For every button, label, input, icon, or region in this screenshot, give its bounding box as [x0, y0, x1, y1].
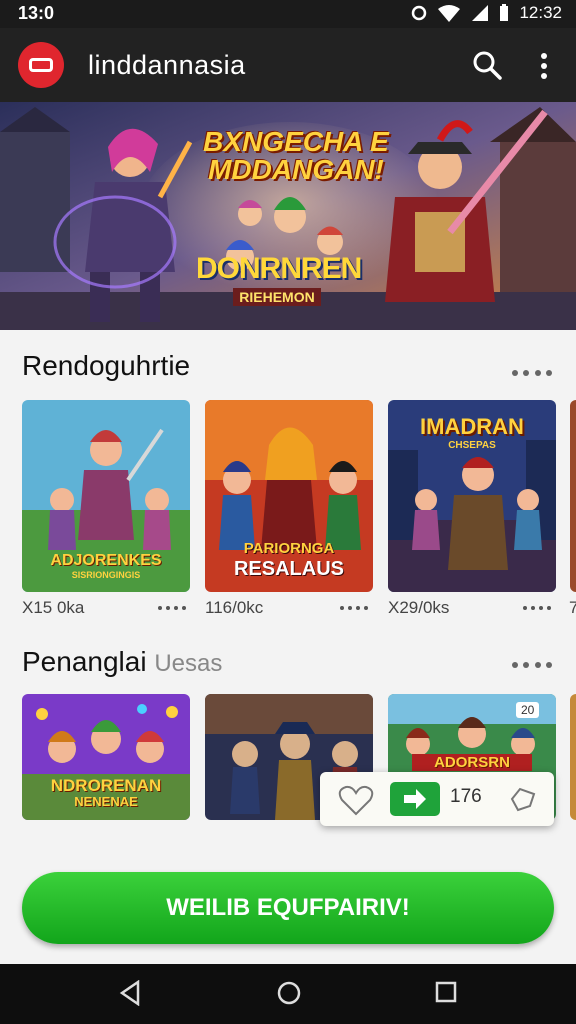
- game-card-meta: 116/0kc: [205, 598, 264, 617]
- system-nav-bar: [0, 964, 576, 1024]
- featured-banner[interactable]: BXNGECHA E MDDANGAN! DONRNREN RIEHEMON ●…: [0, 102, 576, 330]
- cta-label: WEILIB EQUFPAIRIV!: [166, 894, 410, 921]
- card-more-icon[interactable]: [158, 606, 186, 610]
- banner-logo-bottom: RIEHEMON: [233, 288, 321, 306]
- battery-icon: [500, 4, 509, 21]
- section-title-text: Rendoguhrtie: [22, 350, 191, 381]
- go-button[interactable]: [390, 782, 440, 816]
- like-count: 176: [450, 786, 482, 807]
- share-icon[interactable]: [508, 784, 538, 814]
- game-card-corner-badge: 20: [516, 702, 540, 718]
- game-card[interactable]: IMADRAN CHSEPAS: [388, 400, 556, 592]
- game-card-subtitle: NENENAE: [74, 794, 138, 809]
- no-sync-icon: [412, 5, 427, 21]
- game-card-title: PARIORNGA: [243, 540, 335, 557]
- search-icon[interactable]: [472, 50, 502, 80]
- primary-cta-button[interactable]: WEILIB EQUFPAIRIV!: [22, 872, 554, 944]
- signal-icon: [472, 5, 489, 21]
- game-card-subtitle: SISRIONGINGIS: [71, 570, 141, 580]
- card-more-icon[interactable]: [340, 606, 368, 610]
- game-card[interactable]: PARIORNGA RESALAUS: [205, 400, 373, 592]
- game-card-subtitle: RESALAUS: [233, 558, 344, 580]
- game-card-title: ADORSRN: [412, 754, 532, 771]
- section-title-popular: Penanglai Uesas: [22, 646, 222, 678]
- section-title-recommended: Rendoguhrtie: [22, 350, 190, 382]
- game-card-meta: X29/0ks: [388, 598, 450, 617]
- card-more-icon[interactable]: [523, 606, 551, 610]
- status-icons: 12:32: [411, 3, 562, 23]
- app-logo-icon[interactable]: [18, 42, 64, 88]
- app-title: linddannasia: [88, 50, 246, 80]
- section-title-muted: Uesas: [154, 650, 223, 677]
- game-card-meta: 7: [569, 598, 576, 617]
- status-time: 13:0: [18, 3, 55, 23]
- recents-icon[interactable]: [434, 980, 458, 1004]
- go-arrow-icon: [404, 789, 426, 809]
- banner-logo: DONRNREN RIEHEMON: [196, 252, 362, 307]
- game-card-partial[interactable]: [570, 694, 576, 820]
- game-card-title: IMADRAN: [420, 414, 524, 439]
- section-title-text: Penanglai: [22, 646, 147, 677]
- section-more-icon[interactable]: [512, 370, 552, 376]
- heart-icon[interactable]: [338, 784, 374, 816]
- game-card-meta: X15 0ka: [22, 598, 85, 617]
- game-card-title: NDRORENAN: [50, 776, 162, 795]
- game-card-partial[interactable]: [570, 400, 576, 592]
- quick-action-popup: 176: [320, 772, 554, 826]
- status-bar: 13:0 12:32: [0, 0, 576, 28]
- game-card-title: ADJORENKES: [50, 552, 162, 569]
- wifi-icon: [438, 5, 461, 22]
- banner-headline: BXNGECHA E MDDANGAN!: [203, 126, 389, 185]
- game-card[interactable]: NDRORENAN NENENAE: [22, 694, 190, 820]
- game-card-subtitle: CHSEPAS: [448, 440, 496, 451]
- game-card[interactable]: ADJORENKES SISRIONGINGIS: [22, 400, 190, 592]
- back-icon[interactable]: [118, 980, 142, 1006]
- more-vert-icon[interactable]: [540, 52, 548, 80]
- home-icon[interactable]: [276, 980, 302, 1006]
- section-more-icon[interactable]: [512, 662, 552, 668]
- banner-logo-top: DONRNREN: [196, 252, 362, 285]
- status-clock: 12:32: [519, 3, 562, 22]
- app-bar: linddannasia: [0, 28, 576, 102]
